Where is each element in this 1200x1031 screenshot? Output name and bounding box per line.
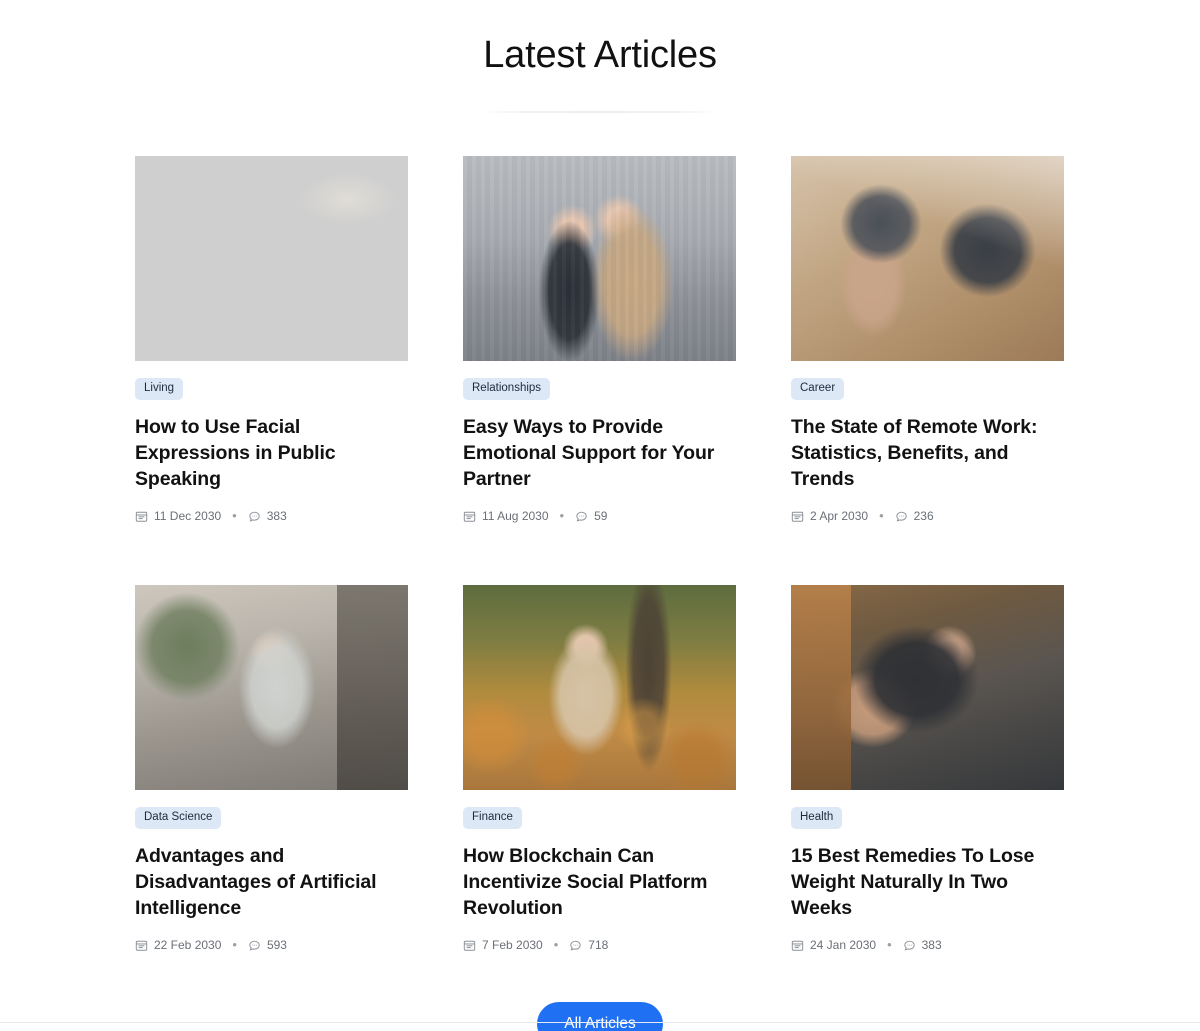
article-date-text: 2 Apr 2030 (810, 509, 869, 523)
meta-separator: • (879, 508, 884, 523)
calendar-icon (135, 939, 148, 952)
article-tag-badge[interactable]: Health (791, 807, 843, 829)
article-date-text: 22 Feb 2030 (154, 938, 222, 952)
article-thumbnail[interactable] (463, 585, 736, 790)
meta-separator: • (559, 508, 565, 523)
article-date-text: 24 Jan 2030 (810, 938, 877, 952)
footer-divider (0, 1022, 1200, 1023)
article-title[interactable]: Easy Ways to Provide Emotional Support f… (463, 414, 736, 492)
comment-bubble-icon (895, 510, 908, 523)
article-comments: 593 (248, 938, 287, 952)
article-comment-count: 59 (594, 509, 608, 523)
meta-separator: • (553, 937, 559, 952)
article-tag-badge[interactable]: Relationships (463, 378, 551, 400)
article-comments: 383 (248, 509, 287, 523)
comment-bubble-icon (903, 939, 916, 952)
article-title[interactable]: The State of Remote Work: Statistics, Be… (791, 414, 1064, 492)
article-tag-badge[interactable]: Living (135, 378, 184, 400)
articles-grid: Living How to Use Facial Expressions in … (135, 113, 1065, 952)
article-tag-badge[interactable]: Finance (463, 807, 522, 829)
article-date-text: 7 Feb 2030 (482, 938, 543, 952)
article-date: 7 Feb 2030 (463, 938, 543, 952)
page-title: Latest Articles (483, 34, 717, 76)
comment-bubble-icon (248, 939, 261, 952)
article-tag-badge[interactable]: Data Science (135, 807, 222, 829)
latest-articles-page: Latest Articles Living How to Use Facial… (0, 0, 1200, 1031)
article-comment-count: 383 (266, 509, 287, 523)
desk-with-laptops-photo (791, 156, 1064, 361)
article-card[interactable]: Finance How Blockchain Can Incentivize S… (463, 585, 736, 952)
article-card[interactable]: Career The State of Remote Work: Statist… (791, 156, 1064, 523)
calendar-icon (135, 510, 148, 523)
man-doing-pushups-gym-photo (791, 585, 1064, 790)
article-card[interactable]: Living How to Use Facial Expressions in … (135, 156, 408, 523)
man-pointing-microphone-photo (135, 156, 408, 361)
article-thumbnail[interactable] (135, 585, 408, 790)
article-date-text: 11 Dec 2030 (154, 509, 222, 523)
article-tag-badge[interactable]: Career (791, 378, 845, 400)
calendar-icon (463, 939, 476, 952)
calendar-icon (463, 510, 476, 523)
comment-bubble-icon (569, 939, 582, 952)
article-meta: 7 Feb 2030 • 718 (463, 938, 736, 952)
article-title[interactable]: 15 Best Remedies To Lose Weight Naturall… (791, 843, 1064, 921)
article-comments: 383 (903, 938, 942, 952)
article-thumbnail[interactable] (463, 156, 736, 361)
article-card[interactable]: Health 15 Best Remedies To Lose Weight N… (791, 585, 1064, 952)
article-thumbnail[interactable] (791, 156, 1064, 361)
article-card[interactable]: Relationships Easy Ways to Provide Emoti… (463, 156, 736, 523)
article-title[interactable]: How to Use Facial Expressions in Public … (135, 414, 408, 492)
article-date: 24 Jan 2030 (791, 938, 876, 952)
section-header: Latest Articles (0, 0, 1200, 113)
meta-separator: • (232, 937, 237, 952)
article-comments: 718 (569, 938, 608, 952)
couple-on-street-photo (463, 156, 736, 361)
article-comment-count: 383 (921, 938, 942, 952)
woman-outdoors-autumn-photo (463, 585, 736, 790)
article-date-text: 11 Aug 2030 (482, 509, 549, 523)
article-card[interactable]: Data Science Advantages and Disadvantage… (135, 585, 408, 952)
article-meta: 2 Apr 2030 • 236 (791, 509, 1064, 523)
meta-separator: • (232, 508, 237, 523)
comment-bubble-icon (248, 510, 261, 523)
article-date: 2 Apr 2030 (791, 509, 868, 523)
article-meta: 11 Aug 2030 • 59 (463, 509, 736, 523)
article-comments: 236 (895, 509, 934, 523)
article-meta: 24 Jan 2030 • 383 (791, 938, 1064, 952)
calendar-icon (791, 510, 804, 523)
comment-bubble-icon (575, 510, 588, 523)
article-comments: 59 (575, 509, 607, 523)
article-comment-count: 593 (266, 938, 287, 952)
article-title[interactable]: Advantages and Disadvantages of Artifici… (135, 843, 408, 921)
article-comment-count: 718 (588, 938, 609, 952)
article-date: 11 Aug 2030 (463, 509, 549, 523)
article-thumbnail[interactable] (135, 156, 408, 361)
article-comment-count: 236 (913, 509, 934, 523)
calendar-icon (791, 939, 804, 952)
article-date: 22 Feb 2030 (135, 938, 221, 952)
all-articles-button[interactable]: All Articles (537, 1002, 663, 1031)
person-on-couch-with-laptop-photo (135, 585, 408, 790)
article-thumbnail[interactable] (791, 585, 1064, 790)
article-title[interactable]: How Blockchain Can Incentivize Social Pl… (463, 843, 736, 921)
article-meta: 11 Dec 2030 • 383 (135, 509, 408, 523)
cta-row: All Articles (0, 1002, 1200, 1031)
article-date: 11 Dec 2030 (135, 509, 221, 523)
meta-separator: • (887, 937, 892, 952)
article-meta: 22 Feb 2030 • 593 (135, 938, 408, 952)
